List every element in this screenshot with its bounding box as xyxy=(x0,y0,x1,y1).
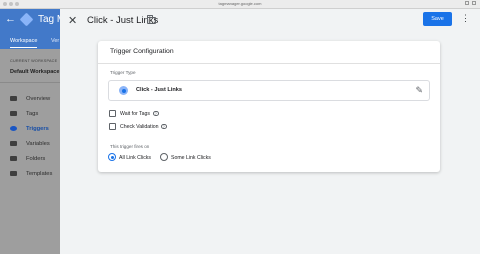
current-workspace-label: CURRENT WORKSPACE xyxy=(10,59,58,63)
tab-versions[interactable]: Ver xyxy=(51,38,59,44)
folder-icon xyxy=(10,156,17,161)
fires-on-label: This trigger fires on xyxy=(110,144,150,149)
sidebar-item-label: Variables xyxy=(26,140,50,147)
sidebar-item-label: Tags xyxy=(26,110,39,117)
wait-for-tags-checkbox[interactable] xyxy=(109,110,116,117)
trigger-configuration-card[interactable]: Trigger Configuration Trigger Type Click… xyxy=(98,41,440,172)
variable-icon xyxy=(10,141,17,146)
gtm-sidebar xyxy=(0,49,62,254)
save-button[interactable]: Save xyxy=(423,12,452,26)
sidebar-item-label: Triggers xyxy=(26,125,49,132)
tag-icon xyxy=(10,111,17,116)
close-icon[interactable]: ✕ xyxy=(68,14,77,27)
all-link-clicks-radio[interactable] xyxy=(108,153,116,161)
sidebar-item-folders[interactable]: Folders xyxy=(0,153,62,165)
radio-label: All Link Clicks xyxy=(119,154,151,161)
trigger-editor-panel: ✕ Click - Just Links Save ⋮ Trigger Conf… xyxy=(60,9,480,254)
sidebar-item-overview[interactable]: Overview xyxy=(0,93,62,105)
sidebar-item-tags[interactable]: Tags xyxy=(0,108,62,120)
some-link-clicks-radio[interactable] xyxy=(160,153,168,161)
click-trigger-icon xyxy=(119,86,128,95)
help-icon[interactable]: ? xyxy=(153,110,159,117)
sidebar-item-templates[interactable]: Templates xyxy=(0,168,62,180)
tab-workspace[interactable]: Workspace xyxy=(10,38,38,48)
share-icon[interactable] xyxy=(465,1,469,5)
more-vert-icon[interactable]: ⋮ xyxy=(461,13,470,24)
sidebar-item-triggers[interactable]: Triggers xyxy=(0,123,62,135)
trigger-icon xyxy=(10,126,17,131)
card-divider xyxy=(98,63,440,64)
sidebar-item-label: Folders xyxy=(26,155,46,162)
sidebar-item-variables[interactable]: Variables xyxy=(0,138,62,150)
check-validation-checkbox[interactable] xyxy=(109,123,116,130)
back-arrow-icon[interactable]: ← xyxy=(5,13,16,25)
trigger-type-selector[interactable]: Click - Just Links ✎ xyxy=(108,80,430,101)
browser-actions xyxy=(465,1,476,5)
help-icon[interactable]: ? xyxy=(161,123,167,130)
radio-label: Some Link Clicks xyxy=(171,154,211,161)
trigger-type-name: Click - Just Links xyxy=(136,87,183,93)
card-title: Trigger Configuration xyxy=(110,48,174,55)
sidebar-divider xyxy=(0,82,62,83)
template-icon xyxy=(10,171,17,176)
folder-icon[interactable] xyxy=(147,15,156,24)
sidebar-item-label: Overview xyxy=(26,95,51,102)
trigger-type-label: Trigger Type xyxy=(110,70,136,75)
url-bar[interactable]: tagmanager.google.com xyxy=(0,1,480,6)
checkbox-label: Wait for Tags xyxy=(120,111,150,117)
browser-chrome: tagmanager.google.com xyxy=(0,0,480,9)
edit-pencil-icon[interactable]: ✎ xyxy=(415,85,423,96)
tabs-icon[interactable] xyxy=(472,1,476,5)
checkbox-label: Check Validation xyxy=(120,124,159,130)
sidebar-item-label: Templates xyxy=(26,170,53,177)
overview-icon xyxy=(10,96,17,101)
workspace-selector[interactable]: Default Workspace xyxy=(10,69,59,75)
